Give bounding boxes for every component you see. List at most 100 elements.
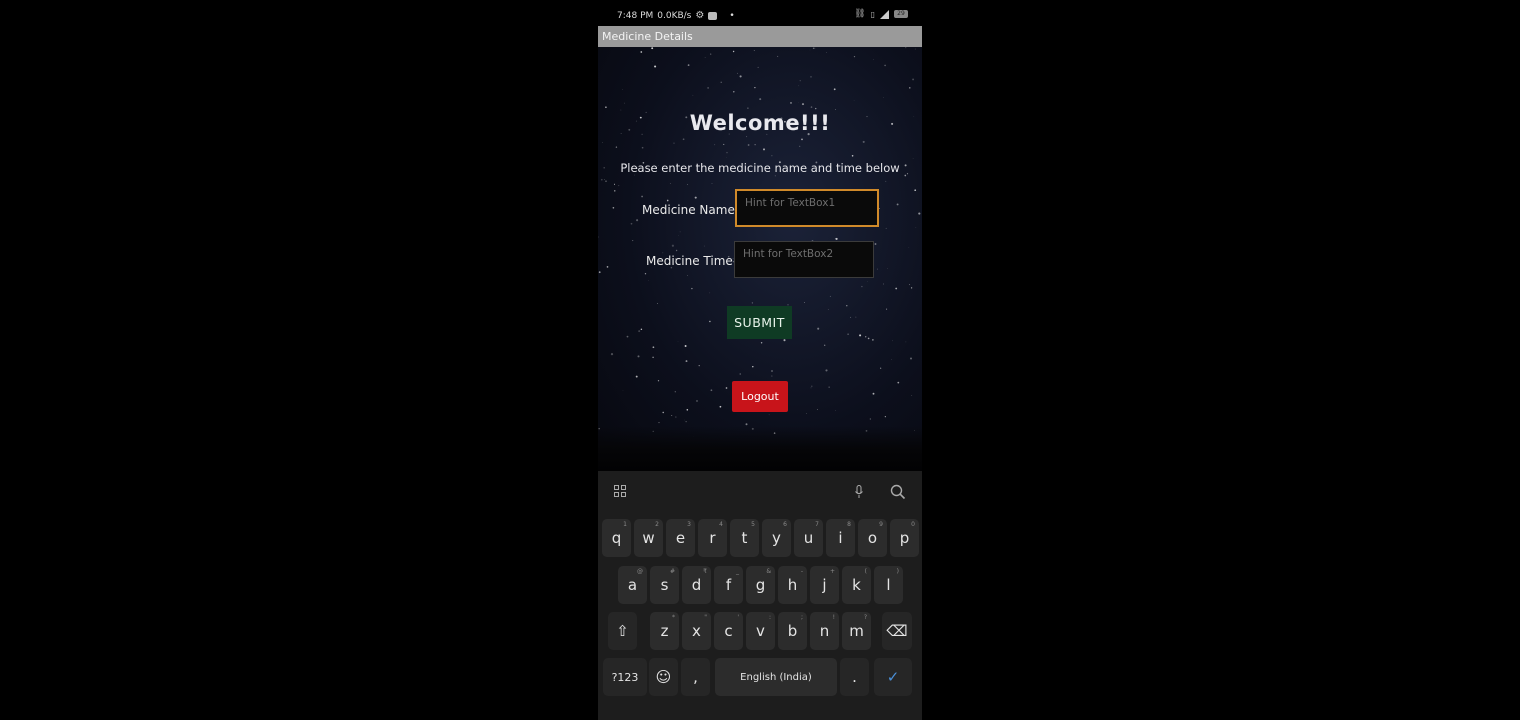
key-y[interactable]: y6 — [762, 519, 791, 557]
key-hint: 4 — [719, 521, 723, 528]
key-p[interactable]: p0 — [890, 519, 919, 557]
key-v[interactable]: v: — [746, 612, 775, 650]
key-label: o — [867, 529, 878, 547]
star — [847, 333, 849, 336]
medicine-time-label: Medicine Time: — [646, 254, 737, 268]
star — [641, 146, 644, 149]
star — [887, 268, 888, 269]
key-b[interactable]: b; — [778, 612, 807, 650]
key-r[interactable]: r4 — [698, 519, 727, 557]
apps-grid-icon[interactable] — [614, 485, 628, 499]
done-key[interactable]: ✓ — [874, 658, 912, 696]
star — [763, 148, 765, 151]
star — [861, 285, 863, 288]
medicine-time-input[interactable]: Hint for TextBox2 — [734, 241, 874, 278]
key-label: i — [838, 529, 843, 547]
key-l[interactable]: l) — [874, 566, 903, 604]
star — [626, 335, 629, 338]
key-s[interactable]: s # — [650, 566, 679, 604]
key-a[interactable]: a @ — [618, 566, 647, 604]
key-c[interactable]: c ' — [714, 612, 743, 650]
star — [618, 185, 620, 187]
star — [675, 416, 677, 418]
key-label: n — [819, 622, 830, 640]
key-m[interactable]: m? — [842, 612, 871, 650]
star — [687, 64, 690, 66]
key-q[interactable]: q1 — [602, 519, 631, 557]
star — [865, 336, 867, 338]
star — [685, 421, 687, 423]
star — [673, 142, 675, 144]
space-key[interactable]: English (India) — [715, 658, 837, 696]
key-f[interactable]: f _ — [714, 566, 743, 604]
key-d[interactable]: d ₹ — [682, 566, 711, 604]
emoji-key[interactable]: ☺ — [649, 658, 678, 696]
shift-key[interactable]: ⇧ — [608, 612, 637, 650]
key-label: y — [772, 529, 781, 547]
star — [732, 50, 735, 53]
logout-button[interactable]: Logout — [732, 381, 788, 412]
star — [746, 136, 748, 138]
key-e[interactable]: e3 — [666, 519, 695, 557]
star — [698, 364, 700, 367]
key-j[interactable]: j + — [810, 566, 839, 604]
key-z[interactable]: z * — [650, 612, 679, 650]
star — [829, 295, 831, 297]
star — [891, 359, 892, 360]
star — [757, 66, 759, 68]
key-label: w — [642, 529, 655, 547]
key-label: x — [692, 622, 701, 640]
star — [710, 389, 713, 392]
star — [687, 184, 688, 185]
key-h[interactable]: h- — [778, 566, 807, 604]
star — [652, 61, 653, 62]
star — [651, 47, 654, 50]
star — [817, 327, 820, 330]
key-w[interactable]: w2 — [634, 519, 663, 557]
star — [910, 287, 913, 289]
key-k[interactable]: k( — [842, 566, 871, 604]
key-n[interactable]: n! — [810, 612, 839, 650]
microphone-icon[interactable] — [854, 485, 864, 499]
key-hint: - — [800, 568, 803, 575]
backspace-key[interactable]: ⌫ — [882, 612, 912, 650]
search-icon[interactable] — [890, 484, 906, 500]
medicine-name-input[interactable]: Hint for TextBox1 — [735, 189, 879, 227]
star — [824, 344, 826, 346]
star — [754, 86, 756, 89]
status-bar: 7:48 PM 0.0KB/s ⚙ • ⛓ ▯ 29 — [598, 0, 922, 26]
key-i[interactable]: i8 — [826, 519, 855, 557]
star — [876, 268, 878, 270]
star — [815, 107, 817, 110]
star — [905, 47, 907, 49]
star — [768, 414, 770, 416]
key-g[interactable]: g & — [746, 566, 775, 604]
symbols-key[interactable]: ?123 — [603, 658, 647, 696]
star — [654, 65, 657, 68]
star — [687, 274, 688, 276]
status-time: 7:48 PM — [617, 10, 654, 21]
star — [704, 57, 706, 58]
star — [835, 109, 836, 110]
comma-key[interactable]: , — [681, 658, 710, 696]
key-label: p — [899, 529, 910, 547]
star — [798, 85, 800, 87]
star — [754, 144, 756, 146]
key-o[interactable]: o9 — [858, 519, 887, 557]
star — [859, 334, 862, 337]
key-x[interactable]: x " — [682, 612, 711, 650]
period-key[interactable]: . — [840, 658, 869, 696]
star — [810, 76, 812, 78]
star — [884, 416, 886, 418]
star — [733, 91, 735, 93]
submit-button[interactable]: SUBMIT — [727, 306, 792, 339]
key-t[interactable]: t5 — [730, 519, 759, 557]
star — [895, 287, 898, 290]
star — [911, 394, 913, 396]
star — [602, 142, 603, 144]
key-label: English (India) — [740, 671, 812, 683]
star — [703, 245, 705, 247]
key-u[interactable]: u7 — [794, 519, 823, 557]
medicine-name-placeholder: Hint for TextBox1 — [745, 197, 836, 209]
key-hint: ( — [864, 568, 867, 575]
